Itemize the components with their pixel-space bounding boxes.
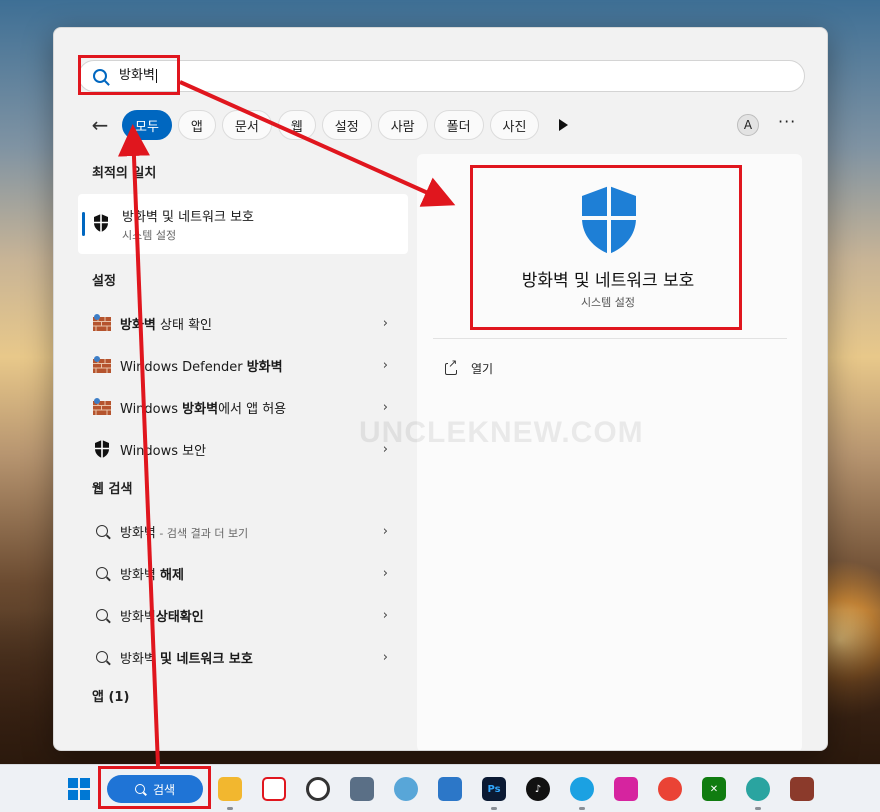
instagram-icon[interactable]: [614, 777, 638, 801]
running-indicator: [755, 807, 761, 810]
filter-chip-people[interactable]: 사람: [377, 110, 428, 140]
running-indicator: [491, 807, 497, 810]
filter-chip-folders[interactable]: 폴더: [433, 110, 484, 140]
tiktok-icon[interactable]: ♪: [526, 777, 550, 801]
start-search-panel: 방화벽 ← 모두 앱 문서 웹 설정 사람 폴더 사진 A ··· 최적의 일치…: [53, 27, 828, 751]
open-label: 열기: [471, 362, 494, 376]
apps-heading: 앱 (1): [92, 690, 130, 705]
filter-chip-photos[interactable]: 사진: [489, 110, 540, 140]
web-item-sub: - 검색 결과 더 보기: [155, 526, 249, 540]
copilot-icon[interactable]: [746, 777, 770, 801]
search-icon: [92, 521, 112, 541]
settings-item-defender-firewall[interactable]: Windows Defender 방화벽 ›: [78, 344, 408, 386]
filter-chip-web[interactable]: 웹: [277, 110, 316, 140]
watermark-text: UNCLEKNEW.COM: [359, 416, 644, 449]
account-avatar[interactable]: A: [737, 114, 759, 136]
settings-item-label: 상태 확인: [155, 317, 212, 333]
chevron-right-icon[interactable]: ›: [383, 566, 388, 581]
detail-divider: [433, 338, 787, 339]
windows-start-icon[interactable]: [68, 778, 90, 800]
best-match-heading: 최적의 일치: [92, 166, 157, 181]
photoshop-icon[interactable]: Ps: [482, 777, 506, 801]
running-indicator: [227, 807, 233, 810]
running-indicator: [579, 807, 585, 810]
chevron-right-icon[interactable]: ›: [383, 608, 388, 623]
annotation-box-best-match-detail: [470, 165, 742, 330]
web-item-label: 방화벽: [120, 609, 156, 625]
settings-item-label: Windows Defender: [120, 359, 247, 375]
filter-chip-documents[interactable]: 문서: [221, 110, 272, 140]
best-match-subtitle: 시스템 설정: [122, 228, 177, 242]
settings-item-label: Windows: [120, 401, 183, 417]
edge-icon[interactable]: [570, 777, 594, 801]
open-action[interactable]: 열기: [445, 357, 494, 377]
search-input[interactable]: 방화벽: [78, 60, 805, 92]
more-options-icon[interactable]: ···: [778, 112, 796, 131]
web-item-label: 방화벽: [120, 567, 161, 583]
web-item-status-check[interactable]: 방화벽상태확인 ›: [78, 594, 408, 636]
filter-bar: ← 모두 앱 문서 웹 설정 사람 폴더 사진: [84, 110, 569, 140]
shield-icon: [92, 213, 112, 235]
best-match-item[interactable]: 방화벽 및 네트워크 보호 시스템 설정: [78, 194, 408, 254]
paint-icon[interactable]: [394, 777, 418, 801]
search-icon: [92, 605, 112, 625]
web-item-bold: 및 네트워크 보호: [160, 651, 253, 667]
brick-firewall-icon: [92, 397, 112, 417]
chevron-right-icon[interactable]: ›: [383, 358, 388, 373]
task-view-icon[interactable]: [262, 777, 286, 801]
settings-heading: 설정: [92, 274, 116, 289]
brick-firewall-icon: [92, 355, 112, 375]
search-icon: [92, 563, 112, 583]
web-item-bold: 해제: [160, 567, 184, 583]
web-item-bold: 상태확인: [155, 609, 204, 625]
settings-item-label: Windows 보안: [120, 443, 207, 459]
settings-item-bold: 방화벽: [246, 359, 283, 375]
chevron-right-icon[interactable]: ›: [383, 524, 388, 539]
best-match-title: 방화벽 및 네트워크 보호: [122, 209, 254, 225]
chevron-right-icon[interactable]: ›: [383, 400, 388, 415]
web-item-label: 방화벽: [120, 525, 156, 541]
chevron-right-icon[interactable]: ›: [383, 650, 388, 665]
web-item-label: 방화벽: [120, 651, 161, 667]
file-explorer-icon[interactable]: [218, 777, 242, 801]
brick-firewall-icon: [92, 313, 112, 333]
settings-item-bold: 방화벽: [182, 401, 219, 417]
chevron-right-icon[interactable]: ›: [383, 316, 388, 331]
back-arrow-icon[interactable]: ←: [84, 113, 116, 137]
settings-item-bold: 방화벽: [120, 317, 156, 333]
calculator-icon[interactable]: [350, 777, 374, 801]
web-item-network-protection[interactable]: 방화벽 및 네트워크 보호 ›: [78, 636, 408, 678]
xbox-icon[interactable]: ✕: [702, 777, 726, 801]
filter-chip-all[interactable]: 모두: [122, 110, 172, 140]
notepad-icon[interactable]: [438, 777, 462, 801]
settings-item-firewall-status[interactable]: 방화벽 상태 확인 ›: [78, 302, 408, 344]
creative-cloud-icon[interactable]: [306, 777, 330, 801]
winrar-icon[interactable]: [790, 777, 814, 801]
annotation-box-taskbar-search: [98, 766, 211, 809]
search-icon: [92, 647, 112, 667]
filter-chip-settings[interactable]: 설정: [321, 110, 372, 140]
open-external-icon: [445, 357, 458, 375]
chrome-icon[interactable]: [658, 777, 682, 801]
web-search-heading: 웹 검색: [92, 482, 133, 497]
settings-item-label: 에서 앱 허용: [218, 401, 287, 417]
filter-chip-apps[interactable]: 앱: [177, 110, 216, 140]
web-item-more-results[interactable]: 방화벽 - 검색 결과 더 보기 ›: [78, 510, 408, 552]
shield-icon: [92, 439, 112, 459]
annotation-box-search-input: [78, 55, 180, 95]
more-filters-play-icon[interactable]: [559, 119, 569, 131]
web-item-disable[interactable]: 방화벽 해제 ›: [78, 552, 408, 594]
